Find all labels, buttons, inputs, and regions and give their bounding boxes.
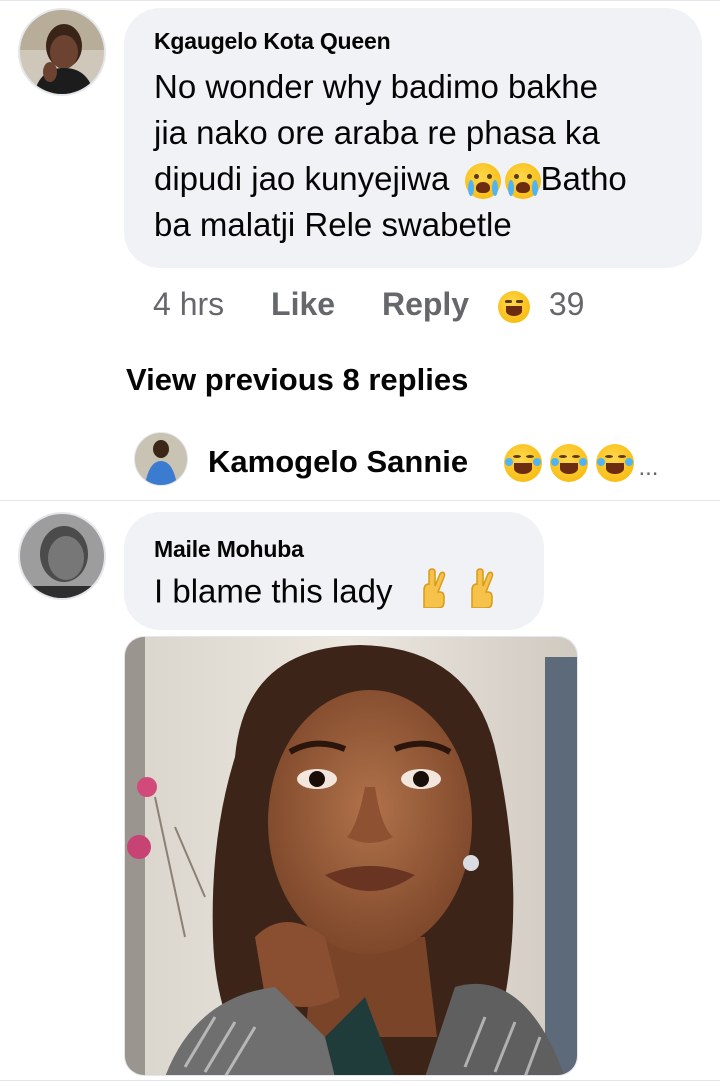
crying-face-icon <box>464 163 501 200</box>
avatar-photo <box>20 514 104 598</box>
avatar-photo <box>135 433 187 485</box>
comment-line-text: dipudi jao kunyejiwa <box>154 160 450 197</box>
tears-of-joy-icon <box>596 444 634 482</box>
laughing-face-icon[interactable] <box>497 290 530 323</box>
comment-line-text: I blame this lady <box>154 572 393 610</box>
tears-of-joy-icon <box>550 444 588 482</box>
crying-face-icon <box>504 163 541 200</box>
comment-line: jia nako ore araba re phasa ka <box>154 114 600 151</box>
avatar-maile[interactable] <box>18 512 106 600</box>
comment-line: No wonder why badimo bakhe <box>154 68 598 105</box>
crossed-fingers-icon <box>416 568 448 620</box>
comment-photo-attachment[interactable] <box>124 636 578 1076</box>
comment-meta: 4 hrs Like Reply 39 <box>153 286 584 326</box>
reply-preview-author[interactable]: Kamogelo Sannie <box>208 444 468 480</box>
reply-button[interactable]: Reply <box>382 286 469 322</box>
top-divider <box>0 0 720 1</box>
view-previous-replies-link[interactable]: View previous 8 replies <box>126 362 468 398</box>
comment-bubble-2[interactable]: Maile Mohuba I blame this lady <box>124 512 544 630</box>
truncation-ellipsis: ... <box>638 454 659 481</box>
comment-text: I blame this lady <box>154 568 496 620</box>
bottom-divider <box>0 1080 720 1081</box>
reply-preview-emojis: ... <box>504 444 658 484</box>
comment-line: dipudi jao kunyejiwa Batho <box>154 156 694 202</box>
avatar-kamogelo[interactable] <box>134 432 188 486</box>
crossed-fingers-icon <box>464 568 496 620</box>
comment-time: 4 hrs <box>153 286 225 322</box>
avatar-kgaugelo[interactable] <box>18 8 106 96</box>
tears-of-joy-icon <box>504 444 542 482</box>
comment-bubble-1[interactable]: Kgaugelo Kota Queen No wonder why badimo… <box>124 8 702 268</box>
comment-line: ba malatji Rele swabetle <box>154 206 512 243</box>
comment-author[interactable]: Kgaugelo Kota Queen <box>154 28 391 55</box>
photo-of-woman <box>125 637 577 1075</box>
avatar-photo <box>20 10 104 94</box>
comment-line-text: Batho <box>540 160 627 197</box>
section-divider <box>0 500 720 501</box>
reaction-count[interactable]: 39 <box>549 286 585 322</box>
comment-text: No wonder why badimo bakhe jia nako ore … <box>154 64 694 248</box>
comment-author[interactable]: Maile Mohuba <box>154 536 304 563</box>
like-button[interactable]: Like <box>271 286 335 322</box>
